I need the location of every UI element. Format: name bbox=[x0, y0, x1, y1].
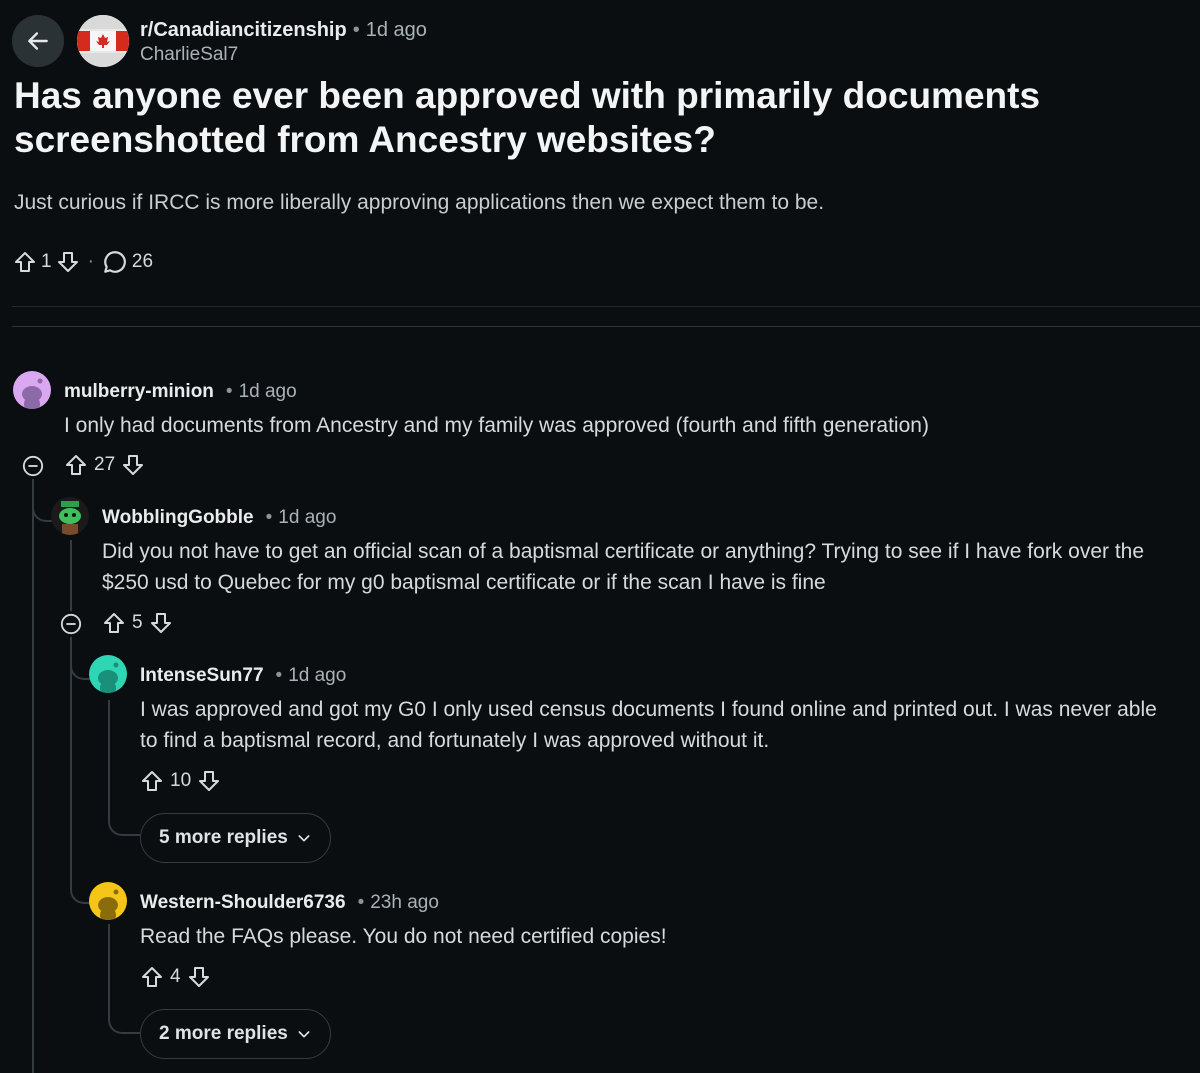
canada-flag-icon bbox=[77, 15, 129, 67]
comment-header: IntenseSun77 • 1d ago bbox=[140, 664, 346, 688]
collapse-thread-button[interactable] bbox=[58, 611, 84, 637]
avatar[interactable] bbox=[13, 371, 51, 409]
meta-separator: • bbox=[225, 381, 233, 402]
avatar[interactable] bbox=[89, 655, 127, 693]
meta-separator: • bbox=[357, 892, 365, 913]
action-separator: · bbox=[87, 251, 94, 272]
more-replies-button[interactable]: 2 more replies bbox=[140, 1009, 331, 1059]
subreddit-name[interactable]: r/Canadiancitizenship bbox=[140, 19, 347, 41]
divider bbox=[12, 326, 1200, 327]
comment-score: 5 bbox=[132, 612, 143, 633]
comment-text: I was approved and got my G0 I only used… bbox=[140, 698, 1157, 752]
snoo-avatar-icon bbox=[98, 662, 119, 693]
more-replies-label: 5 more replies bbox=[159, 827, 288, 848]
post-body: Just curious if IRCC is more liberally a… bbox=[14, 191, 825, 214]
divider bbox=[12, 306, 1200, 307]
upvote-icon bbox=[142, 967, 162, 987]
comment-time: 1d ago bbox=[238, 381, 297, 402]
comment-action-bar: 5 bbox=[102, 611, 173, 635]
post-action-bar: 1 · 26 bbox=[13, 249, 153, 275]
arrow-left-icon bbox=[28, 32, 48, 50]
comment-header: mulberry-minion • 1d ago bbox=[64, 380, 297, 404]
comment-username[interactable]: mulberry-minion bbox=[64, 381, 214, 402]
subreddit-avatar[interactable] bbox=[77, 15, 129, 67]
downvote-button[interactable] bbox=[197, 769, 221, 793]
upvote-icon bbox=[142, 771, 162, 791]
comment-action-bar: 4 bbox=[140, 965, 211, 989]
chevron-down-icon bbox=[298, 835, 310, 842]
comment-action-bar: 10 bbox=[140, 769, 221, 793]
chevron-down-icon bbox=[298, 1031, 310, 1038]
post-time: 1d ago bbox=[365, 19, 427, 41]
collapse-thread-button[interactable] bbox=[20, 453, 46, 479]
post-downvote-button[interactable] bbox=[56, 250, 80, 274]
post-title: Has anyone ever been approved with prima… bbox=[14, 75, 1041, 160]
speech-bubble-icon bbox=[104, 251, 126, 273]
reddit-post-page: r/Canadiancitizenship • 1d ago CharlieSal7… bbox=[0, 0, 1200, 1073]
snoo-avatar-icon bbox=[59, 501, 81, 535]
comments-button[interactable] bbox=[102, 249, 128, 275]
comment-username[interactable]: IntenseSun77 bbox=[140, 665, 264, 686]
post-author[interactable]: CharlieSal7 bbox=[140, 43, 238, 67]
comment-count[interactable]: 26 bbox=[132, 251, 153, 273]
upvote-icon bbox=[66, 455, 86, 475]
comment-time: 1d ago bbox=[288, 665, 347, 686]
upvote-button[interactable] bbox=[102, 611, 126, 635]
upvote-button[interactable] bbox=[140, 965, 164, 989]
upvote-icon bbox=[104, 613, 124, 633]
comment-score: 27 bbox=[94, 454, 116, 475]
thread-line bbox=[32, 478, 34, 1073]
downvote-button[interactable] bbox=[187, 965, 211, 989]
downvote-icon bbox=[199, 771, 220, 791]
comment-text: I only had documents from Ancestry and m… bbox=[64, 414, 929, 437]
downvote-icon bbox=[150, 613, 171, 633]
comment-header: Western-Shoulder6736 • 23h ago bbox=[140, 891, 439, 915]
avatar[interactable] bbox=[89, 882, 127, 920]
minus-circle-icon bbox=[60, 613, 82, 635]
avatar[interactable] bbox=[51, 497, 89, 535]
comment-text: Did you not have to get an official scan… bbox=[102, 540, 1145, 594]
downvote-icon bbox=[57, 252, 78, 272]
post-meta: r/Canadiancitizenship • 1d ago bbox=[140, 17, 427, 43]
thread-elbow bbox=[108, 790, 140, 836]
downvote-button[interactable] bbox=[121, 453, 145, 477]
meta-separator: • bbox=[352, 19, 360, 41]
back-button[interactable] bbox=[12, 15, 64, 67]
downvote-button[interactable] bbox=[149, 611, 173, 635]
comment-score: 10 bbox=[170, 770, 192, 791]
more-replies-label: 2 more replies bbox=[159, 1023, 288, 1044]
thread-elbow bbox=[108, 988, 140, 1034]
more-replies-button[interactable]: 5 more replies bbox=[140, 813, 331, 863]
comment-username[interactable]: WobblingGobble bbox=[102, 507, 254, 528]
post-score: 1 bbox=[41, 251, 52, 272]
comment-time: 23h ago bbox=[370, 892, 439, 913]
downvote-icon bbox=[123, 455, 144, 475]
snoo-avatar-icon bbox=[22, 378, 43, 409]
downvote-icon bbox=[188, 967, 209, 987]
comment-header: WobblingGobble • 1d ago bbox=[102, 506, 336, 530]
comment-text: Read the FAQs please. You do not need ce… bbox=[140, 925, 667, 948]
comment-username[interactable]: Western-Shoulder6736 bbox=[140, 892, 346, 913]
meta-separator: • bbox=[265, 507, 273, 528]
thread-line bbox=[70, 540, 72, 612]
upvote-button[interactable] bbox=[140, 769, 164, 793]
minus-circle-icon bbox=[22, 455, 44, 477]
comment-score: 4 bbox=[170, 966, 181, 987]
comment-time: 1d ago bbox=[278, 507, 337, 528]
post-upvote-button[interactable] bbox=[13, 250, 37, 274]
meta-separator: • bbox=[275, 665, 283, 686]
snoo-avatar-icon bbox=[98, 889, 119, 920]
upvote-button[interactable] bbox=[64, 453, 88, 477]
upvote-icon bbox=[15, 252, 35, 272]
comment-action-bar: 27 bbox=[64, 453, 145, 477]
